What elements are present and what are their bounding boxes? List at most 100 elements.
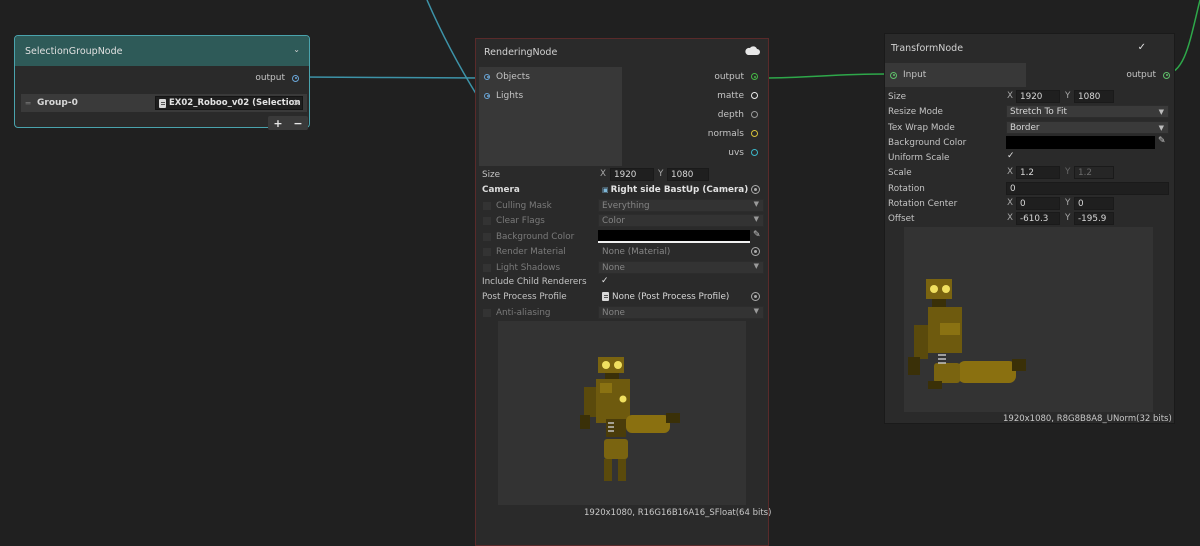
resize-mode-row: Resize Mode xyxy=(888,105,943,119)
input-port-icon[interactable] xyxy=(484,92,490,99)
wire-selection-to-objects xyxy=(299,76,483,79)
transform-io-row: Input output xyxy=(885,63,1174,87)
light-shadows-checkbox[interactable] xyxy=(482,263,492,273)
selection-group-node[interactable]: SelectionGroupNode ⌄ output ═ Group-0 EX… xyxy=(14,35,310,130)
culling-mask-dropdown[interactable]: Everything ▼ xyxy=(598,199,764,212)
render-material-checkbox[interactable] xyxy=(482,247,492,257)
normals-label: normals xyxy=(707,128,744,139)
selection-node-title: SelectionGroupNode xyxy=(25,45,123,57)
render-resolution-info: 1920x1080, R16G16B16A16_SFloat(64 bits) xyxy=(584,508,772,518)
selection-output-port-row[interactable]: output xyxy=(255,73,299,83)
post-process-row: Post Process Profile xyxy=(482,290,594,304)
selection-output-label: output xyxy=(255,73,285,83)
output-depth[interactable]: depth xyxy=(622,105,764,124)
scale-x-axis: X xyxy=(1007,167,1014,177)
input-objects[interactable]: Objects xyxy=(479,67,622,86)
include-child-checkbox[interactable]: ✓ xyxy=(601,276,609,286)
transform-input[interactable]: Input xyxy=(885,63,1026,87)
robot-render-image xyxy=(580,357,680,481)
output-port-icon[interactable] xyxy=(751,73,758,80)
input-objects-label: Objects xyxy=(496,71,531,82)
offset-label: Offset xyxy=(888,214,915,224)
anti-aliasing-checkbox[interactable] xyxy=(482,308,492,318)
transform-node[interactable]: TransformNode ✓ Input output Size X 1920… xyxy=(884,33,1175,424)
output-uvs[interactable]: uvs xyxy=(622,143,764,162)
drag-handle-icon[interactable]: ═ xyxy=(23,99,33,108)
t-size-y-axis: Y xyxy=(1065,91,1071,101)
uniform-scale-label: Uniform Scale xyxy=(888,153,950,163)
scale-x-field[interactable]: 1.2 xyxy=(1016,166,1060,179)
output-output[interactable]: output xyxy=(622,67,764,86)
remove-group-button[interactable]: − xyxy=(288,116,308,130)
tex-wrap-value: Border xyxy=(1010,122,1040,133)
background-color-swatch[interactable] xyxy=(598,230,750,243)
eyedropper-icon[interactable]: ✎ xyxy=(1158,136,1166,146)
chevron-down-icon: ▼ xyxy=(753,200,759,208)
group-object-value: EX02_Roboo_v02 (Selection xyxy=(169,98,301,108)
transform-node-header[interactable]: TransformNode ✓ xyxy=(885,34,1174,62)
scale-y-field: 1.2 xyxy=(1074,166,1114,179)
eyedropper-icon[interactable]: ✎ xyxy=(753,230,761,240)
clear-flags-checkbox[interactable] xyxy=(482,216,492,226)
object-picker-icon[interactable] xyxy=(751,185,760,194)
camera-label: Camera xyxy=(482,185,520,195)
selection-node-header[interactable]: SelectionGroupNode ⌄ xyxy=(15,36,309,66)
output-normals[interactable]: normals xyxy=(622,124,764,143)
input-lights[interactable]: Lights xyxy=(479,86,622,105)
offset-y-field[interactable]: -195.9 xyxy=(1074,212,1114,225)
chevron-down-icon[interactable]: ⌄ xyxy=(293,45,300,54)
rotation-center-x-field[interactable]: 0 xyxy=(1016,197,1060,210)
matte-port-icon[interactable] xyxy=(751,92,758,99)
background-color-checkbox[interactable] xyxy=(482,232,492,242)
camera-field[interactable]: ▣ Right side BastUp (Camera) xyxy=(598,183,764,196)
normals-port-icon[interactable] xyxy=(751,130,758,137)
t-size-x-field[interactable]: 1920 xyxy=(1016,90,1060,103)
output-port-icon[interactable] xyxy=(292,74,299,82)
post-process-field[interactable]: None (Post Process Profile) xyxy=(598,290,764,303)
render-material-label: Render Material xyxy=(496,247,566,257)
group-object-field[interactable]: EX02_Roboo_v02 (Selection ⊙ xyxy=(155,96,303,110)
light-shadows-row: Light Shadows xyxy=(482,261,608,275)
size-y-field[interactable]: 1080 xyxy=(667,168,709,181)
t-size-y-field[interactable]: 1080 xyxy=(1074,90,1114,103)
output-label: output xyxy=(714,71,744,82)
t-background-color-swatch[interactable] xyxy=(1006,136,1155,149)
rc-x-axis: X xyxy=(1007,198,1014,208)
chevron-down-icon: ▼ xyxy=(1158,107,1164,116)
resize-mode-dropdown[interactable]: Stretch To Fit ▼ xyxy=(1006,105,1169,118)
clear-flags-value: Color xyxy=(602,215,625,226)
add-group-button[interactable]: + xyxy=(268,116,288,130)
rotation-row: Rotation xyxy=(888,182,925,196)
rotation-center-y-field[interactable]: 0 xyxy=(1074,197,1114,210)
input-port-icon[interactable] xyxy=(890,71,897,79)
depth-port-icon[interactable] xyxy=(751,111,758,118)
offset-x-field[interactable]: -610.3 xyxy=(1016,212,1060,225)
culling-mask-checkbox[interactable] xyxy=(482,201,492,211)
size-x-field[interactable]: 1920 xyxy=(610,168,654,181)
uniform-scale-checkbox[interactable]: ✓ xyxy=(1007,151,1015,161)
clear-flags-dropdown[interactable]: Color ▼ xyxy=(598,214,764,227)
object-picker-icon[interactable]: ⊙ xyxy=(292,98,299,107)
rendering-node-title: RenderingNode xyxy=(484,46,558,58)
depth-label: depth xyxy=(717,109,744,120)
enabled-checkmark-icon[interactable]: ✓ xyxy=(1138,42,1146,53)
object-picker-icon[interactable] xyxy=(751,247,760,256)
output-port-icon[interactable] xyxy=(1163,71,1170,79)
light-shadows-dropdown[interactable]: None ▼ xyxy=(598,261,764,274)
transform-output[interactable]: output xyxy=(1126,63,1174,87)
rendering-node[interactable]: RenderingNode Objects Lights output matt… xyxy=(475,38,772,546)
render-material-field[interactable]: None (Material) xyxy=(598,245,764,258)
t-size-x-axis: X xyxy=(1007,91,1014,101)
tex-wrap-dropdown[interactable]: Border ▼ xyxy=(1006,121,1169,134)
clear-flags-label: Clear Flags xyxy=(496,216,545,226)
output-matte[interactable]: matte xyxy=(622,86,764,105)
anti-aliasing-dropdown[interactable]: None ▼ xyxy=(598,306,764,319)
resize-mode-value: Stretch To Fit xyxy=(1010,106,1067,117)
rendering-node-header[interactable]: RenderingNode xyxy=(476,39,768,65)
group-row[interactable]: ═ Group-0 EX02_Roboo_v02 (Selection ⊙ xyxy=(21,94,307,112)
uvs-port-icon[interactable] xyxy=(751,149,758,156)
anti-aliasing-row: Anti-aliasing xyxy=(482,306,608,320)
input-port-icon[interactable] xyxy=(484,73,490,80)
rotation-field[interactable]: 0 xyxy=(1006,182,1169,195)
object-picker-icon[interactable] xyxy=(751,292,760,301)
